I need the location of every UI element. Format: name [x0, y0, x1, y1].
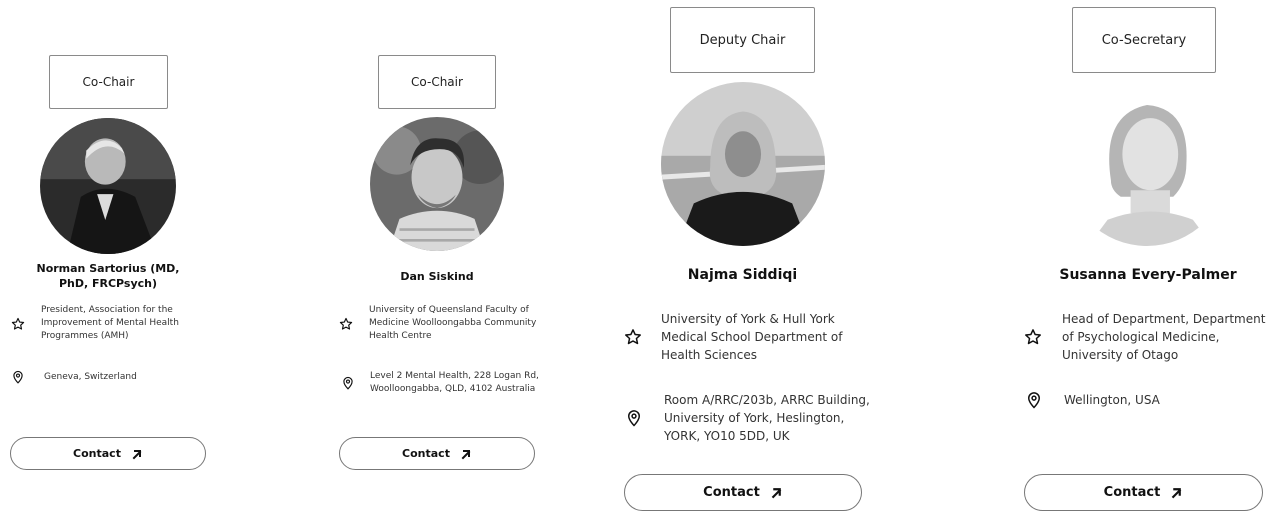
- location-text: Geneva, Switzerland: [44, 372, 137, 382]
- location-text: Room A/RRC/203b, ARRC Building, Universi…: [664, 393, 870, 443]
- role-badge: Co-Chair: [49, 55, 168, 109]
- affiliation-row: University of York & Hull York Medical S…: [624, 310, 874, 364]
- member-name: Najma Siddiqi: [687, 267, 798, 283]
- affiliation-row: Head of Department, Department of Psycho…: [1024, 310, 1269, 364]
- contact-button[interactable]: Contact: [624, 474, 862, 511]
- arrow-up-right-icon: [131, 448, 143, 460]
- star-icon: [10, 317, 26, 331]
- portrait-photo-icon: [1065, 82, 1229, 246]
- role-badge: Co-Chair: [378, 55, 496, 109]
- avatar: [1065, 82, 1229, 246]
- affiliation-text: University of Queensland Faculty of Medi…: [369, 305, 537, 342]
- location-pin-icon: [625, 409, 643, 427]
- arrow-up-right-icon: [1170, 486, 1183, 499]
- location-row: Level 2 Mental Health, 228 Logan Rd, Woo…: [340, 370, 550, 396]
- location-text: Level 2 Mental Health, 228 Logan Rd, Woo…: [370, 371, 539, 395]
- contact-label: Contact: [1103, 485, 1161, 500]
- role-badge: Co-Secretary: [1072, 7, 1216, 73]
- avatar: [40, 118, 176, 254]
- location-row: Geneva, Switzerland: [10, 370, 210, 384]
- member-card-every-palmer: Co-Secretary Susanna Every-Palmer Head o…: [1020, 0, 1271, 511]
- member-name: Dan Siskind: [400, 270, 474, 283]
- avatar: [370, 117, 504, 251]
- contact-button[interactable]: Contact: [1024, 474, 1263, 511]
- location-pin-icon: [340, 376, 356, 390]
- arrow-up-right-icon: [460, 448, 472, 460]
- contact-label: Contact: [703, 485, 760, 500]
- affiliation-row: University of Queensland Faculty of Medi…: [338, 304, 548, 343]
- contact-label: Contact: [402, 447, 450, 460]
- star-icon: [1024, 328, 1042, 346]
- location-pin-icon: [1025, 391, 1043, 409]
- member-card-siskind: Co-Chair Dan Siskind University of Queen…: [328, 0, 588, 511]
- star-icon: [338, 317, 354, 331]
- member-card-siddiqi: Deputy Chair Najma Siddiqi University of…: [620, 0, 890, 511]
- arrow-up-right-icon: [770, 486, 783, 499]
- location-row: Wellington, USA: [1025, 391, 1270, 409]
- affiliation-text: President, Association for the Improveme…: [41, 305, 179, 342]
- portrait-photo-icon: [661, 82, 825, 246]
- portrait-photo-icon: [40, 118, 176, 254]
- contact-label: Contact: [73, 447, 121, 460]
- contact-button[interactable]: Contact: [339, 437, 535, 470]
- portrait-photo-icon: [370, 117, 504, 251]
- avatar: [661, 82, 825, 246]
- member-name: Susanna Every-Palmer: [1059, 267, 1237, 283]
- location-row: Room A/RRC/203b, ARRC Building, Universi…: [625, 391, 875, 445]
- location-text: Wellington, USA: [1064, 393, 1160, 407]
- affiliation-text: University of York & Hull York Medical S…: [661, 312, 843, 362]
- star-icon: [624, 328, 642, 346]
- location-pin-icon: [10, 370, 26, 384]
- member-name: Norman Sartorius (MD, PhD, FRCPsych): [36, 262, 180, 290]
- affiliation-row: President, Association for the Improveme…: [10, 304, 210, 343]
- contact-button[interactable]: Contact: [10, 437, 206, 470]
- role-badge: Deputy Chair: [670, 7, 815, 73]
- affiliation-text: Head of Department, Department of Psycho…: [1062, 312, 1266, 362]
- member-card-sartorius: Co-Chair Norman Sartorius (MD, PhD, FRCP…: [0, 0, 260, 511]
